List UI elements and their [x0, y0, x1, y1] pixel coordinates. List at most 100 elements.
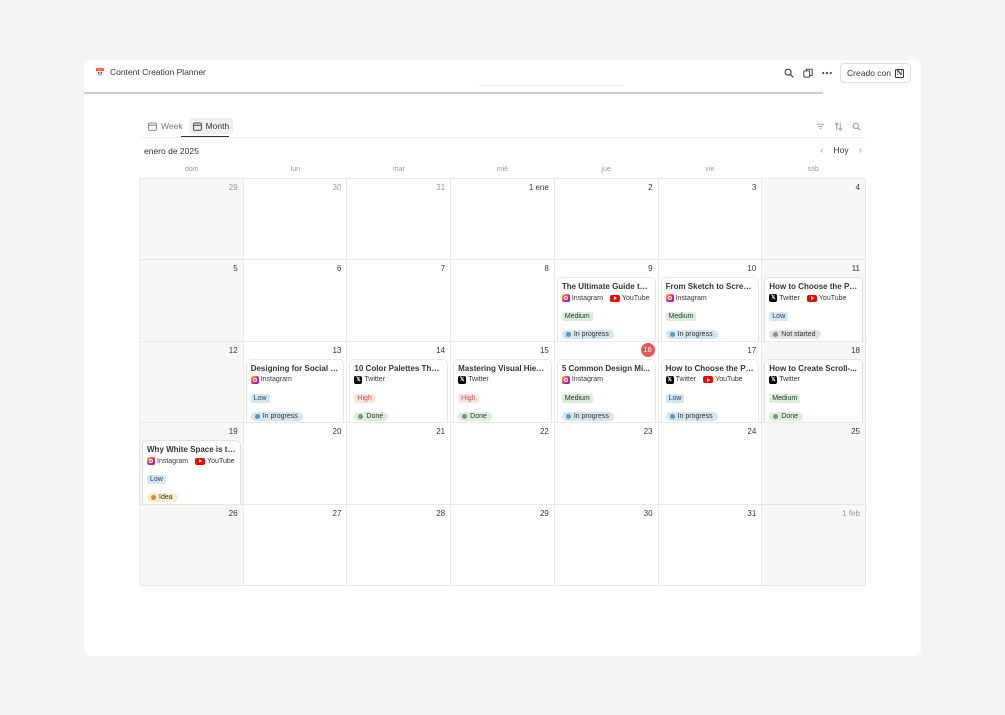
date-number: 11: [851, 264, 860, 274]
calendar-day-cell[interactable]: 13 Designing for Social M... Instagram Low I…: [243, 341, 348, 424]
calendar-day-cell[interactable]: 12: [140, 341, 244, 424]
event-card[interactable]: How to Choose the Pe... 𝕏 Twitter YouTube Lo…: [765, 278, 862, 341]
date-number: 29: [228, 183, 238, 192]
calendar-day-cell[interactable]: 27: [243, 504, 348, 586]
event-card[interactable]: How to Choose the Pe... 𝕏 Twitter YouTube Lo…: [661, 359, 759, 423]
calendar-day-cell[interactable]: 22: [451, 423, 555, 505]
date-number: 31: [747, 508, 757, 518]
calendar-day-cell[interactable]: 18 How to Create Scroll-... 𝕏 Twitter Medium…: [762, 341, 866, 424]
calendar-day-cell[interactable]: 15 Mastering Visual Hiera... 𝕏 Twitter High D…: [451, 341, 555, 424]
event-title: Mastering Visual Hiera...: [458, 363, 547, 373]
calendar-day-cell[interactable]: 29: [451, 504, 555, 586]
calendar-day-cell[interactable]: 26: [140, 504, 244, 586]
event-platforms: 𝕏 Twitter: [769, 375, 858, 384]
event-card[interactable]: Why White Space is th... Instagram YouTube…: [143, 441, 240, 504]
calendar-day-cell[interactable]: 25: [762, 423, 866, 505]
calendar-day-cell[interactable]: 6: [243, 260, 348, 342]
date-number: 26: [228, 508, 238, 518]
search-icon[interactable]: [852, 122, 861, 131]
platform-label: Instagram: [571, 376, 603, 384]
more-options-icon[interactable]: [821, 68, 832, 79]
event-card[interactable]: Mastering Visual Hiera... 𝕏 Twitter High Don…: [454, 359, 551, 423]
tab-month[interactable]: Month: [188, 118, 234, 134]
page-title[interactable]: 📅 Content Creation Planner: [95, 67, 206, 77]
platform-tag: Instagram: [250, 375, 292, 384]
calendar-day-cell[interactable]: 10 From Sketch to Scree... Instagram Medium…: [658, 260, 763, 342]
platform-label: Instagram: [157, 457, 189, 465]
calendar-day-cell[interactable]: 23: [554, 423, 659, 505]
platform-label: Twitter: [468, 376, 489, 384]
calendar-day-cell[interactable]: 11 How to Choose the Pe... 𝕏 Twitter YouTube…: [762, 260, 866, 342]
calendar-day-cell[interactable]: 7: [347, 260, 452, 342]
calendar-day-cell[interactable]: 5: [140, 260, 244, 342]
event-platforms: Instagram: [561, 375, 651, 384]
youtube-icon: [609, 294, 620, 302]
calendar-day-cell[interactable]: 2: [554, 179, 659, 261]
calendar-day-cell[interactable]: 21: [347, 423, 452, 505]
platform-tag: 𝕏 Twitter: [354, 375, 385, 384]
calendar-day-cell[interactable]: 24: [658, 423, 763, 505]
priority-badge: Low: [250, 393, 270, 403]
event-card[interactable]: 5 Common Design Mi... Instagram Medium In p…: [557, 359, 655, 423]
search-icon[interactable]: [783, 68, 794, 79]
event-title: The Ultimate Guide to ...: [561, 282, 651, 292]
chevron-right-icon[interactable]: ›: [859, 145, 862, 155]
calendar-day-cell[interactable]: 3: [658, 179, 763, 261]
calendar-day-cell[interactable]: 30: [554, 504, 659, 586]
date-number: 1 ene: [528, 183, 549, 192]
calendar-day-cell[interactable]: 1 ene: [451, 179, 555, 261]
platform-tag: Instagram: [561, 375, 603, 384]
calendar-day-cell[interactable]: 4: [762, 179, 866, 261]
event-card[interactable]: How to Create Scroll-... 𝕏 Twitter Medium Do…: [765, 359, 862, 423]
calendar-day-cell[interactable]: 31: [658, 504, 763, 586]
calendar-day-cell[interactable]: 14 10 Color Palettes That ... 𝕏 Twitter High…: [347, 341, 452, 424]
date-number: 10: [747, 264, 757, 274]
platform-label: Instagram: [260, 376, 292, 384]
platform-tag: Instagram: [147, 457, 189, 466]
platform-tag: YouTube: [703, 376, 743, 384]
event-card[interactable]: 10 Color Palettes That ... 𝕏 Twitter High Do…: [350, 359, 448, 423]
date-number: 7: [440, 264, 446, 274]
date-number: 20: [332, 427, 342, 437]
calendar-day-cell[interactable]: 17 How to Choose the Pe... 𝕏 Twitter YouTube…: [658, 341, 763, 424]
calendar-day-cell[interactable]: 29: [140, 179, 244, 261]
tab-week[interactable]: Week: [144, 118, 187, 134]
calendar-day-cell[interactable]: 19 Why White Space is th... Instagram YouTu…: [140, 423, 244, 505]
filter-icon[interactable]: [816, 122, 825, 131]
duplicate-icon[interactable]: [802, 68, 813, 79]
status-label: In progress: [677, 412, 713, 420]
event-card[interactable]: From Sketch to Scree... Instagram Medium In…: [661, 278, 759, 341]
event-card[interactable]: The Ultimate Guide to ... Instagram YouTub…: [557, 278, 655, 341]
calendar-day-cell[interactable]: 30: [243, 179, 348, 261]
instagram-icon: [147, 457, 155, 466]
status-label: In progress: [573, 331, 609, 339]
month-navigation: ‹ Hoy ›: [820, 145, 862, 155]
priority-badge: High: [458, 393, 479, 403]
calendar-day-cell[interactable]: 20: [243, 423, 348, 505]
calendar-day-cell[interactable]: 16 5 Common Design Mi... Instagram Medium In…: [554, 341, 659, 424]
status-badge: In progress: [250, 411, 303, 421]
today-button[interactable]: Hoy: [834, 145, 849, 155]
calendar-day-cell[interactable]: 1 feb: [762, 504, 866, 586]
event-platforms: Instagram: [665, 294, 755, 303]
platform-tag: YouTube: [609, 294, 649, 302]
status-dot-icon: [565, 413, 571, 419]
created-with-button[interactable]: Creado con N: [840, 63, 911, 83]
calendar-day-cell[interactable]: 8: [451, 260, 555, 342]
status-label: In progress: [573, 412, 609, 420]
divider: [140, 137, 865, 138]
sort-icon[interactable]: [834, 122, 843, 131]
calendar-day-cell[interactable]: 31: [347, 179, 452, 261]
status-badge: In progress: [665, 330, 718, 340]
platform-label: Instagram: [675, 294, 707, 302]
weekday-label: mar: [392, 166, 405, 173]
platform-tag: 𝕏 Twitter: [458, 375, 489, 384]
event-card[interactable]: Designing for Social M... Instagram Low In …: [246, 359, 344, 423]
calendar-day-cell[interactable]: 9 The Ultimate Guide to ... Instagram YouTu…: [554, 260, 659, 342]
calendar-day-cell[interactable]: 28: [347, 504, 452, 586]
chevron-left-icon[interactable]: ‹: [820, 145, 823, 155]
today-date-number: 16: [640, 342, 655, 357]
event-title: 10 Color Palettes That ...: [354, 363, 444, 373]
month-label: enero de 2025: [144, 146, 199, 156]
date-number: 23: [643, 427, 653, 437]
